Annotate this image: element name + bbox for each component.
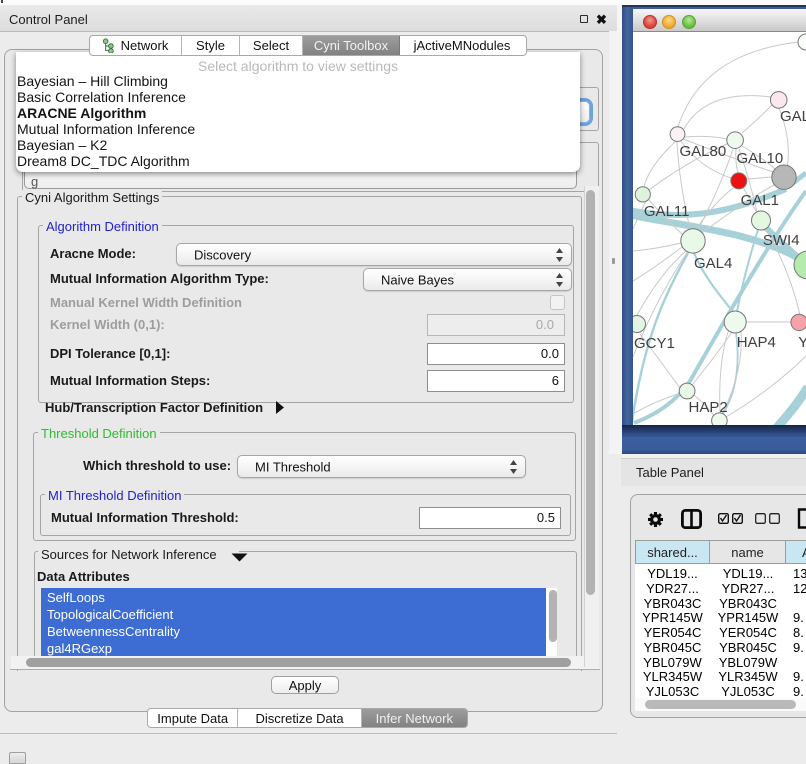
svg-text:HAP2: HAP2 xyxy=(689,399,728,416)
svg-text:GAL11: GAL11 xyxy=(644,203,690,220)
svg-text:GCY1: GCY1 xyxy=(634,335,675,352)
svg-text:GAL7: GAL7 xyxy=(780,108,806,125)
svg-text:GAL10: GAL10 xyxy=(737,150,784,167)
svg-text:GAL80: GAL80 xyxy=(680,143,727,160)
svg-text:YEL0: YEL0 xyxy=(798,334,806,351)
svg-text:SWI4: SWI4 xyxy=(763,232,800,249)
svg-text:HAP4: HAP4 xyxy=(737,334,776,351)
svg-text:GAL4: GAL4 xyxy=(694,255,732,272)
svg-text:GAL1: GAL1 xyxy=(741,192,779,209)
